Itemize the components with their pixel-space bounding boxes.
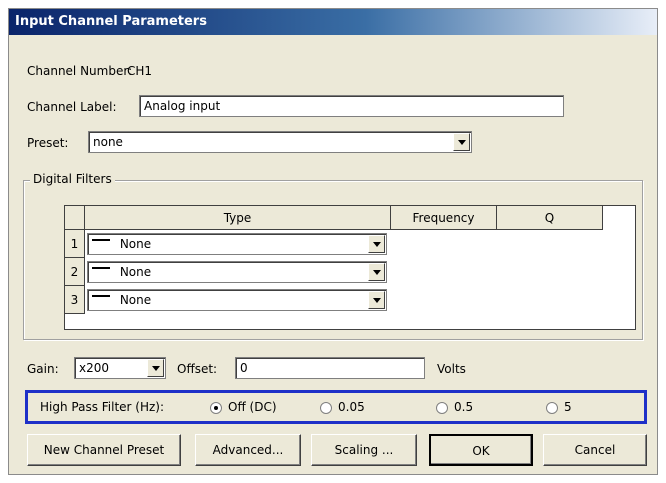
- cancel-button[interactable]: Cancel: [543, 434, 647, 466]
- radio-0-5[interactable]: [436, 402, 448, 414]
- radio-5-label[interactable]: 5: [564, 400, 572, 414]
- ok-button[interactable]: OK: [429, 434, 533, 466]
- high-pass-filter-label: High Pass Filter (Hz):: [40, 400, 165, 414]
- scaling-button[interactable]: Scaling ...: [311, 434, 417, 466]
- offset-unit: Volts: [437, 362, 466, 376]
- radio-0-05[interactable]: [320, 402, 332, 414]
- chevron-down-icon[interactable]: [368, 291, 385, 309]
- filter-type-select[interactable]: None: [87, 289, 387, 311]
- column-header-q[interactable]: Q: [497, 206, 603, 230]
- channel-number-label: Channel Number:: [27, 64, 133, 78]
- gain-value: x200: [79, 361, 110, 375]
- radio-5[interactable]: [546, 402, 558, 414]
- filter-line-icon: [92, 294, 110, 297]
- row-number: 1: [65, 230, 85, 258]
- channel-label-label: Channel Label:: [27, 100, 117, 114]
- filter-type-select[interactable]: None: [87, 233, 387, 255]
- preset-label: Preset:: [27, 136, 69, 150]
- filter-line-icon: [92, 238, 110, 241]
- preset-select[interactable]: none: [88, 131, 472, 153]
- radio-0-05-label[interactable]: 0.05: [338, 400, 365, 414]
- window-title: Input Channel Parameters: [9, 9, 657, 35]
- offset-label: Offset:: [177, 362, 218, 376]
- offset-input[interactable]: 0: [235, 357, 425, 379]
- preset-value: none: [93, 135, 123, 149]
- digital-filters-group: Digital Filters Type Frequency Q 1 None …: [23, 172, 643, 340]
- chevron-down-icon[interactable]: [147, 359, 164, 377]
- grid-corner-header: [65, 206, 85, 230]
- advanced-button[interactable]: Advanced...: [195, 434, 301, 466]
- row-number: 3: [65, 286, 85, 314]
- digital-filters-legend: Digital Filters: [30, 172, 115, 186]
- filter-type-value: None: [119, 293, 152, 307]
- channel-label-input[interactable]: Analog input: [139, 95, 564, 117]
- radio-off-dc[interactable]: [210, 402, 222, 414]
- gain-select[interactable]: x200: [74, 357, 166, 379]
- dialog-background: Input Channel Parameters Channel Number:…: [0, 0, 666, 483]
- radio-0-5-label[interactable]: 0.5: [454, 400, 473, 414]
- chevron-down-icon[interactable]: [453, 133, 470, 151]
- column-header-type[interactable]: Type: [85, 206, 391, 230]
- filter-type-value: None: [119, 265, 152, 279]
- new-channel-preset-button[interactable]: New Channel Preset: [27, 434, 181, 466]
- filter-type-select[interactable]: None: [87, 261, 387, 283]
- column-header-frequency[interactable]: Frequency: [391, 206, 497, 230]
- high-pass-filter-group: High Pass Filter (Hz): Off (DC) 0.05 0.5…: [25, 390, 647, 424]
- filter-line-icon: [92, 266, 110, 269]
- channel-number-value: CH1: [127, 64, 153, 78]
- filters-grid: Type Frequency Q 1 None 2 None 3 None: [64, 205, 636, 330]
- filter-type-value: None: [119, 237, 152, 251]
- radio-off-dc-label[interactable]: Off (DC): [228, 400, 277, 414]
- input-channel-dialog: Input Channel Parameters Channel Number:…: [8, 8, 658, 475]
- gain-label: Gain:: [27, 362, 59, 376]
- chevron-down-icon[interactable]: [368, 263, 385, 281]
- chevron-down-icon[interactable]: [368, 235, 385, 253]
- row-number: 2: [65, 258, 85, 286]
